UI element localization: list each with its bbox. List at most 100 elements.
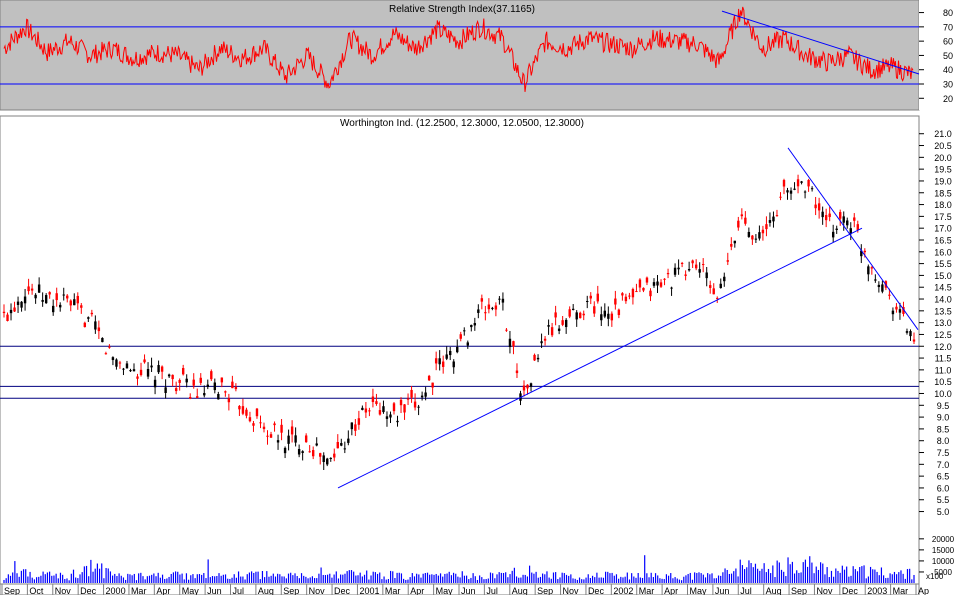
price-tick-label: 21.0 — [934, 129, 952, 139]
price-candle-body — [34, 294, 37, 299]
price-candle-body — [308, 451, 311, 453]
price-candle-body — [371, 396, 375, 403]
price-candle-body — [146, 368, 150, 377]
price-candle-body — [508, 338, 512, 348]
x-axis-label: 2000 — [106, 586, 126, 595]
price-candle-body — [789, 190, 793, 194]
x-axis-label: 2002 — [613, 586, 633, 595]
price-candle-body — [311, 450, 315, 457]
price-candle-body — [280, 424, 283, 433]
price-candle-body — [687, 268, 691, 271]
price-tick-label: 19.0 — [934, 176, 952, 186]
price-candle-body — [150, 365, 153, 368]
price-candle-body — [90, 312, 94, 315]
x-axis-label: Mar — [131, 586, 147, 595]
price-candle-body — [315, 443, 318, 446]
price-tick-label: 19.5 — [934, 165, 952, 175]
price-candle-body — [245, 409, 248, 416]
price-candle-body — [684, 274, 687, 276]
price-candle-body — [266, 435, 269, 437]
price-candle-body — [2, 311, 6, 314]
price-candle-body — [730, 243, 733, 247]
price-candle-body — [378, 410, 382, 415]
x-axis-label: Aug — [766, 586, 782, 595]
price-candle-body — [747, 231, 751, 237]
price-candle-body — [178, 379, 181, 383]
price-candle-body — [231, 381, 234, 389]
price-tick-label: 12.0 — [934, 342, 952, 352]
x-axis-label: Nov — [309, 586, 326, 595]
price-candle-body — [831, 231, 835, 238]
price-candle-body — [23, 296, 27, 304]
price-candle-body — [579, 312, 582, 319]
price-candle-body — [596, 293, 599, 302]
price-candle-body — [41, 299, 44, 302]
price-tick-label: 15.5 — [934, 259, 952, 269]
stock-chart: 80 70 60 50 40 30 20 21.0 20.5 20.0 19.519.0 18.5 1… — [0, 0, 964, 595]
price-candle-body — [118, 362, 122, 364]
price-candle-body — [336, 441, 339, 449]
price-candle-body — [227, 398, 231, 403]
price-candle-body — [30, 288, 34, 291]
price-candle-body — [663, 278, 666, 280]
price-candle-body — [333, 453, 336, 458]
price-candle-body — [796, 179, 800, 187]
price-candle-body — [768, 220, 772, 223]
volume-unit-label: x100 — [926, 572, 944, 581]
x-axis-label: May — [690, 586, 708, 595]
price-candle-body — [856, 224, 859, 231]
price-candle-body — [709, 285, 712, 288]
price-candle-body — [775, 215, 779, 217]
x-axis-label: Apr — [156, 586, 170, 595]
price-candle-body — [498, 298, 501, 300]
volume-tick-label: 20000 — [932, 535, 955, 544]
price-candle-body — [234, 387, 238, 390]
price-candle-body — [881, 284, 884, 292]
price-candle-body — [828, 213, 831, 218]
price-tick-label: 5.5 — [937, 495, 950, 505]
price-candle-body — [853, 217, 856, 221]
price-candle-body — [846, 220, 849, 226]
price-candle-body — [701, 264, 705, 266]
price-candle-body — [192, 379, 195, 386]
price-candle-body — [638, 279, 642, 288]
price-tick-label: 13.5 — [934, 306, 952, 316]
price-candle-body — [290, 426, 294, 435]
price-candle-body — [438, 358, 441, 365]
price-candle-body — [136, 376, 139, 379]
price-candle-body — [122, 368, 125, 370]
price-candle-body — [129, 370, 132, 372]
price-candle-body — [705, 272, 708, 279]
price-candle-body — [870, 267, 874, 269]
price-candle-body — [115, 359, 118, 367]
price-candle-body — [593, 306, 596, 314]
price-candle-body — [814, 204, 817, 209]
price-candle-body — [111, 357, 115, 361]
volume-tick-label: 10000 — [932, 557, 955, 566]
price-candle-body — [37, 284, 41, 293]
price-candle-body — [807, 179, 810, 187]
price-candle-body — [368, 410, 371, 412]
price-candle-body — [540, 341, 543, 344]
price-candle-body — [726, 260, 729, 262]
price-candle-body — [427, 375, 431, 381]
price-candle-body — [526, 384, 529, 389]
x-axis-label: Mar — [893, 586, 909, 595]
price-candle-body — [863, 250, 867, 253]
price-candle-body — [97, 327, 101, 332]
x-axis-label: Nov — [816, 586, 833, 595]
price-candle-body — [786, 190, 789, 193]
price-candle-body — [417, 406, 420, 408]
price-candle-body — [66, 295, 69, 299]
price-tick-label: 8.5 — [937, 424, 950, 434]
price-tick-label: 10.0 — [934, 389, 952, 399]
price-candle-body — [737, 220, 740, 228]
price-candle-body — [800, 181, 803, 183]
price-candle-body — [196, 396, 199, 399]
price-candle-body — [283, 447, 287, 454]
price-candle-body — [248, 417, 252, 422]
price-candle-body — [375, 401, 378, 405]
price-candle-body — [94, 321, 97, 330]
price-candle-body — [396, 420, 399, 423]
price-candle-body — [449, 350, 452, 356]
